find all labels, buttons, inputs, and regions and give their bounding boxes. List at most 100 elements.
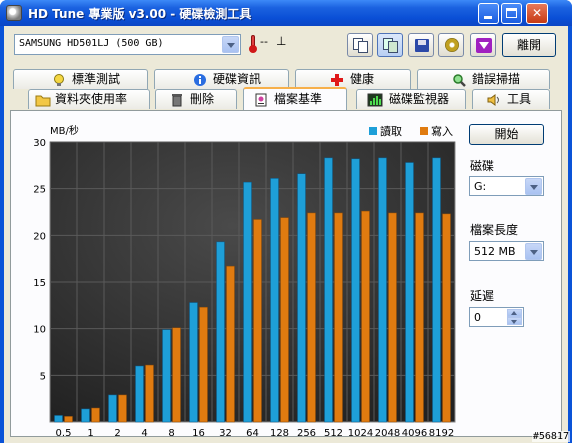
x-tick-label: 512 [324, 428, 343, 438]
window-title: HD Tune 專業版 v3.00 - 硬碟檢測工具 [28, 7, 252, 21]
tab-tools[interactable]: 工具 [472, 89, 550, 109]
temperature-value: -- [260, 35, 268, 48]
start-button[interactable]: 開始 [469, 124, 544, 145]
title-bar[interactable]: HD Tune 專業版 v3.00 - 硬碟檢測工具 ✕ [0, 0, 572, 26]
file-benchmark-icon [254, 93, 268, 107]
trash-icon [170, 93, 184, 107]
read-bar [297, 173, 306, 423]
read-bar [189, 302, 198, 423]
tab-label: 磁碟監視器 [389, 92, 450, 106]
y-tick-label: 5 [40, 371, 46, 382]
tab-label: 工具 [507, 92, 532, 106]
y-tick-label: 30 [33, 138, 46, 149]
write-bar [253, 219, 262, 423]
x-tick-label: 4096 [402, 428, 427, 438]
app-window: HD Tune 專業版 v3.00 - 硬碟檢測工具 ✕ SAMSUNG HD5… [0, 0, 572, 443]
read-bar [270, 178, 279, 423]
chevron-down-icon[interactable] [525, 178, 542, 195]
exit-button[interactable]: 離開 [502, 33, 556, 57]
x-tick-label: 64 [246, 428, 259, 438]
minimize-icon [484, 16, 492, 19]
download-button[interactable] [470, 33, 496, 57]
x-tick-label: 32 [219, 428, 232, 438]
tab-label: 刪除 [190, 92, 215, 106]
tab-error-scan[interactable]: 錯誤掃描 [417, 69, 550, 89]
tab-disk-info[interactable]: 硬碟資訊 [154, 69, 289, 89]
copy-screenshot-button[interactable] [377, 33, 403, 57]
monitor-chart-icon [367, 93, 383, 107]
options-button[interactable] [438, 33, 464, 57]
read-bar [54, 415, 63, 423]
write-bar [145, 364, 154, 423]
tab-file-benchmark[interactable]: 檔案基準 [243, 87, 347, 110]
copy-text-button[interactable] [347, 33, 373, 57]
delay-spinner[interactable]: 0 [469, 307, 524, 327]
tab-disk-monitor[interactable]: 磁碟監視器 [356, 89, 466, 109]
folder-icon [35, 93, 51, 107]
tab-label: 錯誤掃描 [472, 72, 521, 86]
spin-up-icon[interactable] [507, 309, 522, 317]
disk-label: 磁碟 [470, 159, 495, 173]
write-bar [199, 306, 208, 423]
chevron-down-icon[interactable] [222, 36, 239, 53]
drive-select-value: SAMSUNG HD501LJ (500 GB) [19, 38, 164, 49]
maximize-button[interactable] [501, 3, 522, 24]
close-button[interactable]: ✕ [526, 3, 548, 24]
file-benchmark-panel: MB/秒 5 10 15 20 25 30 0.5 1 2 4 8 16 32 64 128 256 512 102… [10, 110, 562, 439]
file-length-label: 檔案長度 [470, 223, 519, 237]
health-cross-icon [330, 73, 344, 87]
x-tick-label: 128 [270, 428, 289, 438]
tab-label: 健康 [350, 72, 375, 86]
hd-tune-app-icon[interactable] [6, 5, 22, 21]
file-length-select[interactable]: 512 MB [469, 241, 544, 261]
floppy-disk-icon [415, 39, 429, 52]
write-bar [118, 394, 127, 423]
write-bar [361, 210, 370, 423]
drive-select[interactable]: SAMSUNG HD501LJ (500 GB) [14, 34, 241, 55]
watermark-label: #56817 [531, 431, 570, 442]
download-arrow-icon [476, 38, 492, 53]
write-bar [442, 213, 451, 423]
save-button[interactable] [408, 33, 434, 57]
tab-label: 標準測試 [72, 72, 121, 86]
minimize-button[interactable] [478, 3, 499, 24]
maximize-icon [506, 8, 517, 18]
legend-swatch-write [420, 127, 428, 135]
y-tick-label: 20 [33, 231, 46, 242]
read-bar [135, 365, 144, 423]
client-area: SAMSUNG HD501LJ (500 GB) -- ⊥ 離開 標準測試 硬碟… [4, 26, 568, 443]
write-bar [415, 212, 424, 423]
tab-standard-test[interactable]: 標準測試 [13, 69, 148, 89]
x-tick-label: 256 [297, 428, 316, 438]
file-benchmark-chart: MB/秒 5 10 15 20 25 30 0.5 1 2 4 8 16 32 64 128 256 512 102… [17, 114, 457, 439]
x-tick-label: 2048 [375, 428, 400, 438]
tab-label: 資料夾使用率 [55, 92, 128, 106]
read-bar [243, 181, 252, 423]
file-length-value: 512 MB [474, 245, 516, 258]
close-icon: ✕ [531, 6, 543, 20]
gear-icon [445, 38, 459, 52]
thermometer-icon [249, 35, 257, 53]
info-icon [193, 73, 207, 87]
legend-swatch-read [369, 127, 377, 135]
spin-down-icon[interactable] [507, 317, 522, 325]
delay-label: 延遲 [470, 289, 495, 303]
x-tick-label: 2 [114, 428, 120, 438]
x-tick-label: 8 [168, 428, 174, 438]
y-tick-label: 15 [33, 278, 46, 289]
disk-select-value: G: [474, 180, 487, 193]
x-tick-label: 1024 [348, 428, 373, 438]
tab-health[interactable]: 健康 [295, 69, 411, 89]
write-bar [280, 217, 289, 423]
read-bar [81, 408, 90, 423]
bulb-icon [52, 73, 66, 87]
x-tick-label: 16 [192, 428, 205, 438]
copy-text-icon-sheet [358, 41, 368, 53]
chevron-down-icon[interactable] [525, 243, 542, 260]
disk-select[interactable]: G: [469, 176, 544, 196]
x-tick-label: 1 [87, 428, 93, 438]
write-bar [307, 212, 316, 423]
tab-folder-usage[interactable]: 資料夾使用率 [28, 89, 150, 109]
tab-erase[interactable]: 刪除 [155, 89, 237, 109]
x-tick-label: 4 [141, 428, 147, 438]
